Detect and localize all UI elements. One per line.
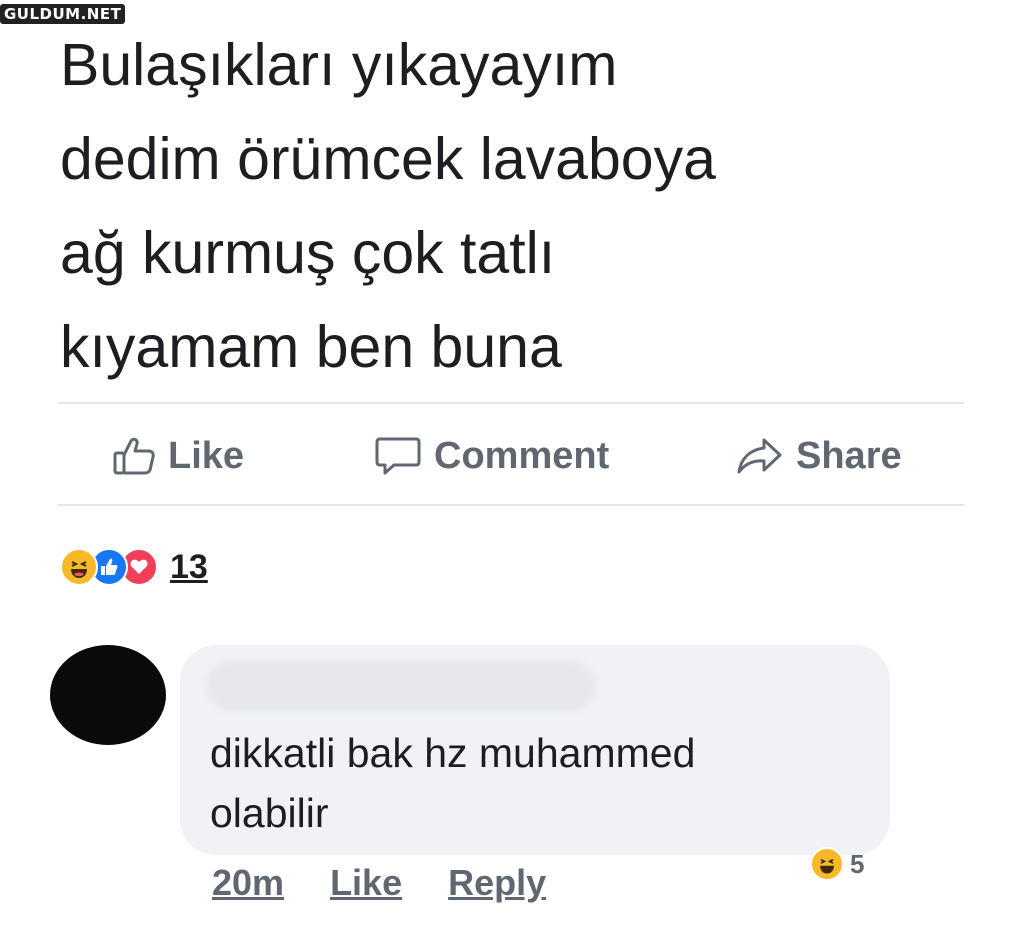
comment-button[interactable]: Comment [374,428,609,484]
comment-like-link[interactable]: Like [330,862,402,904]
like-label: Like [168,434,245,477]
thumbs-up-icon [112,436,156,476]
divider-top [58,402,964,404]
share-arrow-icon [736,436,784,476]
share-label: Share [796,434,902,477]
comment-meta: 20m Like Reply [212,862,546,904]
haha-icon [810,847,844,881]
reaction-count[interactable]: 13 [170,548,208,587]
haha-icon [60,548,98,586]
comment-text: dikkatli bak hz muhammed olabilir [210,723,870,843]
commenter-name-blurred [206,661,596,711]
post-line: ağ kurmuş çok tatlı [60,220,556,286]
comment-line: dikkatli bak hz muhammed [210,730,696,776]
like-button[interactable]: Like [112,428,244,484]
post-line: dedim örümcek lavaboya [60,126,716,192]
comment-bubble-icon [374,435,422,477]
comment-line: olabilir [210,790,329,836]
comment-reaction-count: 5 [850,848,865,879]
divider-bottom [58,504,964,506]
post-reactions[interactable]: 13 [60,545,208,589]
share-button[interactable]: Share [736,428,902,484]
avatar[interactable] [50,645,166,745]
comment-bubble: dikkatli bak hz muhammed olabilir [180,645,890,855]
post-text: Bulaşıkları yıkayayım dedim örümcek lava… [60,18,960,394]
comment-label: Comment [434,434,610,477]
comment-reactions[interactable]: 5 [810,847,864,881]
post-line: kıyamam ben buna [60,314,562,380]
comment-timestamp[interactable]: 20m [212,862,284,904]
comment-reply-link[interactable]: Reply [448,862,546,904]
post-line: Bulaşıkları yıkayayım [60,32,618,98]
